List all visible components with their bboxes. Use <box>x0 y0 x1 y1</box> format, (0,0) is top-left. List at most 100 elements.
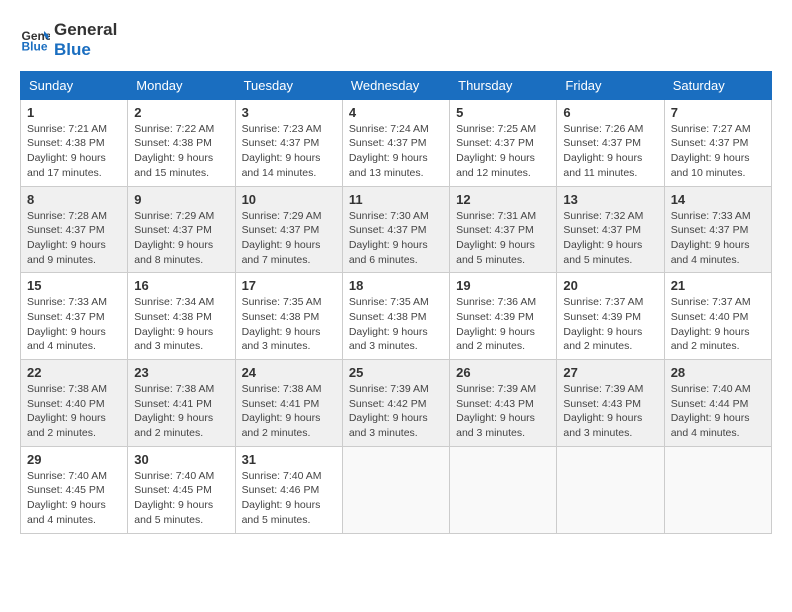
day-info: Sunrise: 7:33 AM Sunset: 4:37 PM Dayligh… <box>27 295 121 354</box>
day-info: Sunrise: 7:34 AM Sunset: 4:38 PM Dayligh… <box>134 295 228 354</box>
day-info: Sunrise: 7:39 AM Sunset: 4:43 PM Dayligh… <box>456 382 550 441</box>
day-info: Sunrise: 7:38 AM Sunset: 4:40 PM Dayligh… <box>27 382 121 441</box>
day-number: 28 <box>671 365 765 380</box>
calendar-day-cell: 16 Sunrise: 7:34 AM Sunset: 4:38 PM Dayli… <box>128 273 235 360</box>
day-number: 13 <box>563 192 657 207</box>
day-info: Sunrise: 7:40 AM Sunset: 4:46 PM Dayligh… <box>242 469 336 528</box>
day-number: 25 <box>349 365 443 380</box>
day-number: 17 <box>242 278 336 293</box>
logo-icon: General Blue <box>20 25 50 55</box>
day-info: Sunrise: 7:37 AM Sunset: 4:40 PM Dayligh… <box>671 295 765 354</box>
day-number: 29 <box>27 452 121 467</box>
calendar-week-row: 15Sunrise: 7:33 AM Sunset: 4:37 PM Dayli… <box>21 273 772 360</box>
empty-cell <box>342 446 449 533</box>
day-number: 8 <box>27 192 121 207</box>
day-info: Sunrise: 7:23 AM Sunset: 4:37 PM Dayligh… <box>242 122 336 181</box>
calendar-day-cell: 11 Sunrise: 7:30 AM Sunset: 4:37 PM Dayli… <box>342 186 449 273</box>
empty-cell <box>450 446 557 533</box>
calendar-day-cell: 18 Sunrise: 7:35 AM Sunset: 4:38 PM Dayli… <box>342 273 449 360</box>
calendar-day-cell: 9Sunrise: 7:29 AM Sunset: 4:37 PM Daylig… <box>128 186 235 273</box>
weekday-header-tuesday: Tuesday <box>235 71 342 99</box>
day-info: Sunrise: 7:25 AM Sunset: 4:37 PM Dayligh… <box>456 122 550 181</box>
weekday-header-wednesday: Wednesday <box>342 71 449 99</box>
svg-text:Blue: Blue <box>22 40 48 54</box>
day-info: Sunrise: 7:29 AM Sunset: 4:37 PM Dayligh… <box>242 209 336 268</box>
day-number: 6 <box>563 105 657 120</box>
weekday-header-saturday: Saturday <box>664 71 771 99</box>
logo: General Blue General Blue <box>20 20 117 61</box>
calendar-day-cell: 29Sunrise: 7:40 AM Sunset: 4:45 PM Dayli… <box>21 446 128 533</box>
empty-cell <box>664 446 771 533</box>
day-number: 1 <box>27 105 121 120</box>
day-info: Sunrise: 7:39 AM Sunset: 4:43 PM Dayligh… <box>563 382 657 441</box>
calendar-day-cell: 2 Sunrise: 7:22 AM Sunset: 4:38 PM Daylig… <box>128 99 235 186</box>
calendar-day-cell: 5 Sunrise: 7:25 AM Sunset: 4:37 PM Daylig… <box>450 99 557 186</box>
day-number: 16 <box>134 278 228 293</box>
day-info: Sunrise: 7:21 AM Sunset: 4:38 PM Dayligh… <box>27 122 121 181</box>
day-number: 11 <box>349 192 443 207</box>
calendar-week-row: 8 Sunrise: 7:28 AM Sunset: 4:37 PM Daylig… <box>21 186 772 273</box>
calendar-day-cell: 14 Sunrise: 7:33 AM Sunset: 4:37 PM Dayli… <box>664 186 771 273</box>
day-number: 2 <box>134 105 228 120</box>
calendar-day-cell: 21 Sunrise: 7:37 AM Sunset: 4:40 PM Dayli… <box>664 273 771 360</box>
weekday-header-sunday: Sunday <box>21 71 128 99</box>
day-info: Sunrise: 7:40 AM Sunset: 4:45 PM Dayligh… <box>134 469 228 528</box>
calendar-day-cell: 26 Sunrise: 7:39 AM Sunset: 4:43 PM Dayli… <box>450 360 557 447</box>
logo-text-blue: Blue <box>54 40 117 60</box>
day-number: 26 <box>456 365 550 380</box>
day-number: 18 <box>349 278 443 293</box>
calendar-day-cell: 10 Sunrise: 7:29 AM Sunset: 4:37 PM Dayli… <box>235 186 342 273</box>
calendar-week-row: 22Sunrise: 7:38 AM Sunset: 4:40 PM Dayli… <box>21 360 772 447</box>
calendar-day-cell: 30Sunrise: 7:40 AM Sunset: 4:45 PM Dayli… <box>128 446 235 533</box>
day-info: Sunrise: 7:33 AM Sunset: 4:37 PM Dayligh… <box>671 209 765 268</box>
day-info: Sunrise: 7:39 AM Sunset: 4:42 PM Dayligh… <box>349 382 443 441</box>
day-info: Sunrise: 7:35 AM Sunset: 4:38 PM Dayligh… <box>349 295 443 354</box>
calendar-day-cell: 24 Sunrise: 7:38 AM Sunset: 4:41 PM Dayli… <box>235 360 342 447</box>
calendar-day-cell: 31 Sunrise: 7:40 AM Sunset: 4:46 PM Dayli… <box>235 446 342 533</box>
logo-text-general: General <box>54 20 117 40</box>
day-number: 7 <box>671 105 765 120</box>
calendar-day-cell: 22Sunrise: 7:38 AM Sunset: 4:40 PM Dayli… <box>21 360 128 447</box>
day-number: 3 <box>242 105 336 120</box>
calendar-day-cell: 8 Sunrise: 7:28 AM Sunset: 4:37 PM Daylig… <box>21 186 128 273</box>
day-info: Sunrise: 7:24 AM Sunset: 4:37 PM Dayligh… <box>349 122 443 181</box>
day-info: Sunrise: 7:38 AM Sunset: 4:41 PM Dayligh… <box>134 382 228 441</box>
day-number: 20 <box>563 278 657 293</box>
page-header: General Blue General Blue <box>20 20 772 61</box>
calendar-day-cell: 7 Sunrise: 7:27 AM Sunset: 4:37 PM Daylig… <box>664 99 771 186</box>
day-info: Sunrise: 7:37 AM Sunset: 4:39 PM Dayligh… <box>563 295 657 354</box>
day-number: 24 <box>242 365 336 380</box>
calendar-day-cell: 13 Sunrise: 7:32 AM Sunset: 4:37 PM Dayli… <box>557 186 664 273</box>
calendar-day-cell: 3 Sunrise: 7:23 AM Sunset: 4:37 PM Daylig… <box>235 99 342 186</box>
day-number: 10 <box>242 192 336 207</box>
calendar-day-cell: 23 Sunrise: 7:38 AM Sunset: 4:41 PM Dayli… <box>128 360 235 447</box>
calendar-day-cell: 4 Sunrise: 7:24 AM Sunset: 4:37 PM Daylig… <box>342 99 449 186</box>
day-info: Sunrise: 7:38 AM Sunset: 4:41 PM Dayligh… <box>242 382 336 441</box>
day-info: Sunrise: 7:27 AM Sunset: 4:37 PM Dayligh… <box>671 122 765 181</box>
calendar-day-cell: 15Sunrise: 7:33 AM Sunset: 4:37 PM Dayli… <box>21 273 128 360</box>
weekday-header-thursday: Thursday <box>450 71 557 99</box>
calendar-day-cell: 1 Sunrise: 7:21 AM Sunset: 4:38 PM Daylig… <box>21 99 128 186</box>
calendar-day-cell: 19Sunrise: 7:36 AM Sunset: 4:39 PM Dayli… <box>450 273 557 360</box>
calendar-day-cell: 20 Sunrise: 7:37 AM Sunset: 4:39 PM Dayli… <box>557 273 664 360</box>
calendar-day-cell: 6 Sunrise: 7:26 AM Sunset: 4:37 PM Daylig… <box>557 99 664 186</box>
day-number: 4 <box>349 105 443 120</box>
empty-cell <box>557 446 664 533</box>
day-info: Sunrise: 7:32 AM Sunset: 4:37 PM Dayligh… <box>563 209 657 268</box>
day-number: 23 <box>134 365 228 380</box>
day-info: Sunrise: 7:22 AM Sunset: 4:38 PM Dayligh… <box>134 122 228 181</box>
day-info: Sunrise: 7:40 AM Sunset: 4:44 PM Dayligh… <box>671 382 765 441</box>
day-info: Sunrise: 7:30 AM Sunset: 4:37 PM Dayligh… <box>349 209 443 268</box>
calendar-day-cell: 28 Sunrise: 7:40 AM Sunset: 4:44 PM Dayli… <box>664 360 771 447</box>
day-number: 14 <box>671 192 765 207</box>
day-info: Sunrise: 7:26 AM Sunset: 4:37 PM Dayligh… <box>563 122 657 181</box>
day-number: 19 <box>456 278 550 293</box>
calendar-week-row: 29 Sunrise: 7:40 AM Sunset: 4:45 PM Dayli… <box>21 446 772 533</box>
calendar-day-cell: 27Sunrise: 7:39 AM Sunset: 4:43 PM Dayli… <box>557 360 664 447</box>
day-info: Sunrise: 7:28 AM Sunset: 4:37 PM Dayligh… <box>27 209 121 268</box>
day-number: 5 <box>456 105 550 120</box>
day-number: 21 <box>671 278 765 293</box>
calendar-table: SundayMondayTuesdayWednesdayThursdayFrid… <box>20 71 772 534</box>
day-info: Sunrise: 7:35 AM Sunset: 4:38 PM Dayligh… <box>242 295 336 354</box>
day-number: 31 <box>242 452 336 467</box>
